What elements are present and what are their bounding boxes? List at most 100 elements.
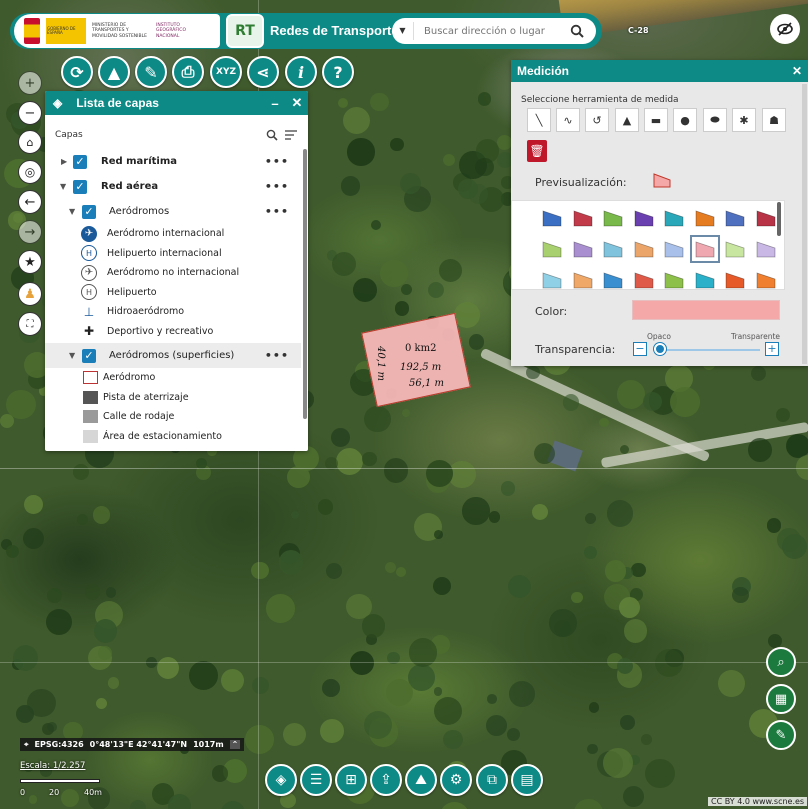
layer-checkbox[interactable]: ✓ xyxy=(82,348,96,363)
refresh-icon[interactable]: ⟳ xyxy=(61,56,93,88)
color-swatch[interactable] xyxy=(725,271,745,289)
tree-canopy xyxy=(526,366,540,380)
hide-eye-icon[interactable] xyxy=(770,14,800,44)
color-swatch[interactable] xyxy=(634,209,654,227)
layer-checkbox[interactable]: ✓ xyxy=(73,179,87,194)
sublayer-row[interactable]: ▼ ✓ Aeródromos ••• xyxy=(45,199,301,224)
caret-right-icon[interactable]: ▶ xyxy=(61,157,67,166)
terrain-icon[interactable]: ⛰ xyxy=(405,764,437,796)
color-swatch[interactable] xyxy=(573,209,593,227)
color-swatch[interactable] xyxy=(664,271,684,289)
color-swatch[interactable] xyxy=(756,271,776,289)
ellipse-icon[interactable]: ⬬ xyxy=(703,108,727,132)
network-icon[interactable]: ⚙ xyxy=(440,764,472,796)
help-icon[interactable]: ? xyxy=(322,56,354,88)
filter-sort-icon[interactable] xyxy=(284,129,298,141)
pegman-icon[interactable]: ♟ xyxy=(18,282,42,306)
search-icon[interactable] xyxy=(564,18,590,44)
share-icon[interactable]: ⋖ xyxy=(247,56,279,88)
slider-thumb[interactable] xyxy=(654,343,666,355)
more-options-icon[interactable]: ••• xyxy=(265,205,289,218)
ruler-icon[interactable]: ✎ xyxy=(135,56,167,88)
close-button[interactable]: ✕ xyxy=(286,95,308,111)
color-swatch[interactable] xyxy=(634,240,654,258)
minimize-button[interactable]: – xyxy=(264,96,286,111)
chevron-up-icon[interactable]: ⌃ xyxy=(229,740,241,749)
layer-group-row[interactable]: ▼ ✓ Red aérea ••• xyxy=(45,174,301,199)
color-swatch[interactable] xyxy=(664,209,684,227)
home-icon[interactable]: ⌂ xyxy=(18,130,42,154)
scrollbar[interactable] xyxy=(802,84,807,364)
ruler-edit-icon[interactable]: ✎ xyxy=(766,720,796,750)
zoom-out-button[interactable]: − xyxy=(18,101,42,125)
freehand-icon[interactable]: ↺ xyxy=(585,108,609,132)
more-options-icon[interactable]: ••• xyxy=(265,155,289,168)
color-swatch[interactable] xyxy=(725,240,745,258)
zoom-in-button[interactable]: + xyxy=(18,71,42,95)
layer-checkbox[interactable]: ✓ xyxy=(82,204,96,219)
transparency-slider[interactable] xyxy=(654,349,760,351)
zoom-map-icon[interactable]: ⌕ xyxy=(766,647,796,677)
basemap-icon[interactable]: ▤ xyxy=(511,764,543,796)
color-swatch[interactable] xyxy=(603,209,623,227)
tree-canopy xyxy=(549,609,577,637)
circle-icon[interactable]: ● xyxy=(673,108,697,132)
color-swatch[interactable] xyxy=(756,240,776,258)
color-swatch[interactable] xyxy=(695,271,715,289)
transparency-decrease-button[interactable]: − xyxy=(633,342,647,356)
star-icon[interactable]: ★ xyxy=(18,250,42,274)
sublayer-row[interactable]: ▼ ✓ Aeródromos (superficies) ••• xyxy=(45,343,301,368)
transparency-increase-button[interactable]: + xyxy=(765,342,779,356)
layers-icon[interactable]: ◈ xyxy=(265,764,297,796)
grid-icon[interactable]: ⊞ xyxy=(335,764,367,796)
info-icon[interactable]: i xyxy=(285,56,317,88)
color-swatch[interactable] xyxy=(573,271,593,289)
xyz-icon[interactable]: XYZ xyxy=(210,56,242,88)
color-swatch[interactable] xyxy=(603,271,623,289)
crs-label[interactable]: EPSG:4326 xyxy=(35,740,84,749)
caret-down-icon[interactable]: ▼ xyxy=(69,351,75,360)
caret-down-icon[interactable]: ▼ xyxy=(60,182,66,191)
warning-icon[interactable]: ▲ xyxy=(98,56,130,88)
more-options-icon[interactable]: ••• xyxy=(265,349,289,362)
rectangle-icon[interactable]: ▬ xyxy=(644,108,668,132)
color-swatch[interactable] xyxy=(542,209,562,227)
more-options-icon[interactable]: ••• xyxy=(265,180,289,193)
search-source-dropdown[interactable]: ▼ xyxy=(392,22,414,40)
delete-icon[interactable]: 🗑 xyxy=(527,140,547,162)
upload-map-icon[interactable]: ⇪ xyxy=(370,764,402,796)
polyline-icon[interactable]: ∿ xyxy=(556,108,580,132)
layer-checkbox[interactable]: ✓ xyxy=(73,154,87,169)
arrow-right-icon[interactable]: → xyxy=(18,220,42,244)
line-icon[interactable]: ╲ xyxy=(527,108,551,132)
layer-group-row[interactable]: ▶ ✓ Red marítima ••• xyxy=(45,149,301,174)
color-swatch[interactable] xyxy=(542,271,562,289)
color-swatch[interactable] xyxy=(695,209,715,227)
color-swatch[interactable] xyxy=(689,235,720,263)
color-swatch[interactable] xyxy=(756,209,776,227)
tree-canopy xyxy=(290,511,299,520)
search-input[interactable] xyxy=(414,20,564,42)
arrow-left-icon[interactable]: ← xyxy=(18,190,42,214)
close-button[interactable]: ✕ xyxy=(786,64,808,78)
freehand-polygon-icon[interactable]: ☗ xyxy=(762,108,786,132)
scrollbar[interactable] xyxy=(777,202,781,236)
color-swatch[interactable] xyxy=(664,240,684,258)
table-icon[interactable]: ▦ xyxy=(766,684,796,714)
color-swatch[interactable] xyxy=(725,209,745,227)
color-swatch[interactable] xyxy=(603,240,623,258)
locate-icon[interactable]: ◎ xyxy=(18,160,42,184)
scrollbar[interactable] xyxy=(303,149,307,419)
caret-down-icon[interactable]: ▼ xyxy=(69,207,75,216)
polygon-icon[interactable]: ✱ xyxy=(732,108,756,132)
triangle-icon[interactable]: ▲ xyxy=(615,108,639,132)
print-icon[interactable]: ⎙ xyxy=(172,56,204,88)
search-icon[interactable] xyxy=(266,129,278,141)
color-swatch[interactable] xyxy=(542,240,562,258)
color-picker[interactable] xyxy=(632,300,780,320)
color-swatch[interactable] xyxy=(634,271,654,289)
color-swatch[interactable] xyxy=(573,240,593,258)
split-view-icon[interactable]: ⧉ xyxy=(476,764,508,796)
list-icon[interactable]: ☰ xyxy=(300,764,332,796)
fullscreen-icon[interactable]: ⛶ xyxy=(18,312,42,336)
